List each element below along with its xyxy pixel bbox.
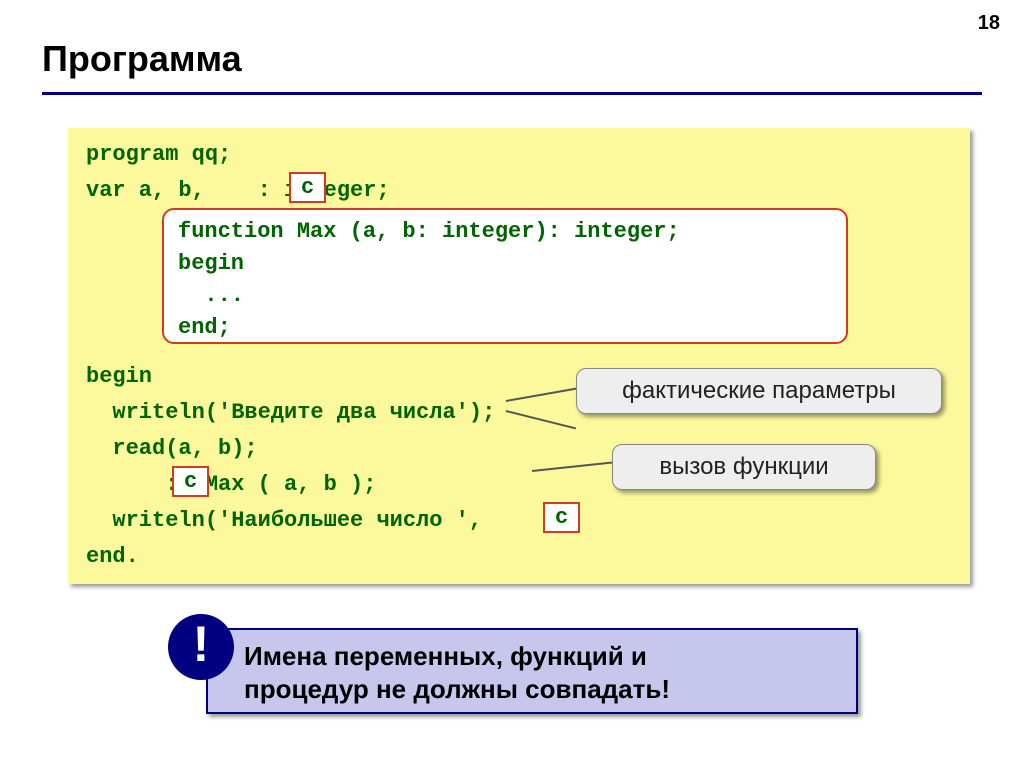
func-line: function Max (a, b: integer): integer; <box>178 216 832 248</box>
code-line: var a, b, : integer; <box>86 178 390 203</box>
note-text-line2: процедур не должны совпадать! <box>244 674 670 704</box>
callout-params: фактические параметры <box>576 368 942 414</box>
callout-call: вызов функции <box>612 444 876 490</box>
code-line: writeln('Наибольшее число ', ); <box>86 508 574 533</box>
code-block: program qq; var a, b, : integer; begin w… <box>68 128 970 584</box>
func-line: end; <box>178 312 832 344</box>
note-text-line1: Имена переменных, функций и <box>244 641 647 671</box>
title-underline <box>42 92 982 95</box>
code-line: end. <box>86 544 139 569</box>
page-number: 18 <box>978 12 1000 35</box>
function-box: function Max (a, b: integer): integer; b… <box>162 208 848 344</box>
note-box: Имена переменных, функций и процедур не … <box>206 628 858 714</box>
highlight-box-c: c <box>289 172 326 203</box>
code-line: read(a, b); <box>86 436 258 461</box>
code-line: := Max ( a, b ); <box>86 472 376 497</box>
func-line: ... <box>178 280 832 312</box>
code-line: writeln('Введите два числа'); <box>86 400 495 425</box>
code-line: program qq; <box>86 142 231 167</box>
highlight-box-c: c <box>543 502 580 533</box>
highlight-box-c: c <box>172 466 209 497</box>
exclamation-icon: ! <box>168 614 234 680</box>
page-title: Программа <box>42 38 242 80</box>
func-line: begin <box>178 248 832 280</box>
code-line: begin <box>86 364 152 389</box>
